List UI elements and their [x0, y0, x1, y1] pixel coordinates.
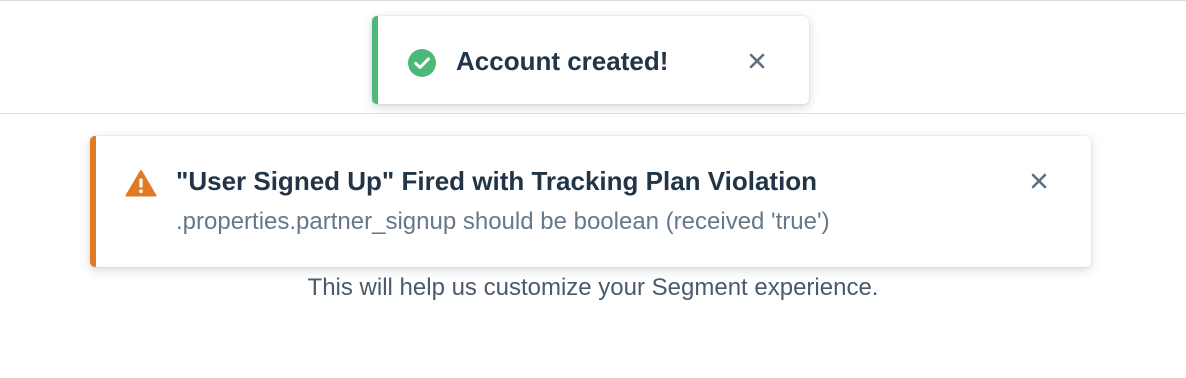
success-toast: Account created!	[372, 16, 809, 104]
warning-detail: .properties.partner_signup should be boo…	[176, 208, 830, 235]
warning-accent-bar	[90, 136, 96, 267]
page-subtitle: This will help us customize your Segment…	[307, 274, 879, 301]
header-divider	[0, 113, 1186, 114]
warning-triangle-icon	[125, 170, 157, 197]
success-message: Account created!	[456, 46, 669, 76]
check-circle-icon	[408, 49, 436, 77]
close-icon[interactable]	[745, 49, 769, 73]
warning-toast: "User Signed Up" Fired with Tracking Pla…	[90, 136, 1091, 267]
top-divider	[0, 0, 1186, 1]
success-accent-bar	[372, 16, 378, 104]
close-icon[interactable]	[1027, 169, 1051, 193]
page: This will help us customize your Segment…	[0, 0, 1186, 378]
warning-title: "User Signed Up" Fired with Tracking Pla…	[176, 166, 818, 196]
